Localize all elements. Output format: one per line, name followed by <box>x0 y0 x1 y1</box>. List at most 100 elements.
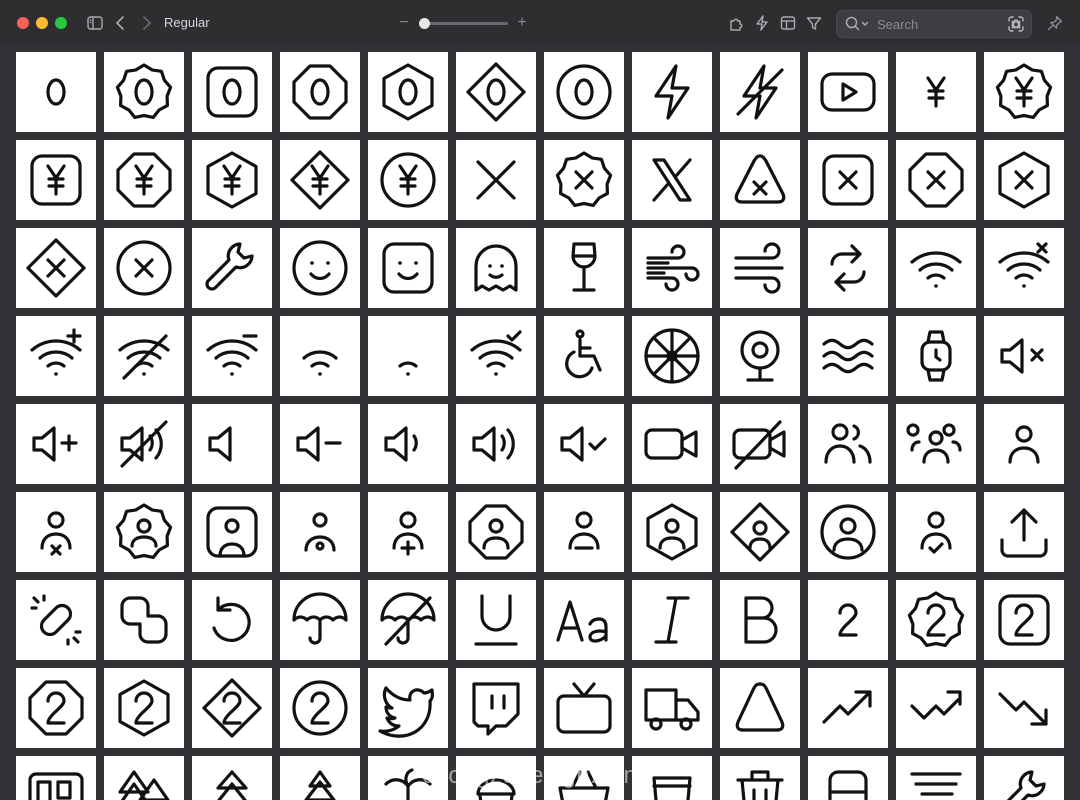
icon-tile-umbrella-off[interactable] <box>368 580 448 660</box>
icon-tile-number-2-square[interactable] <box>984 580 1064 660</box>
search-input[interactable] <box>877 15 997 34</box>
icon-tile-x-hexagon[interactable] <box>984 140 1064 220</box>
icon-tile-volume-minus[interactable] <box>280 404 360 484</box>
sidebar-toggle-icon[interactable] <box>85 13 105 33</box>
icon-tile-truck[interactable] <box>632 668 712 748</box>
icon-tile-cup[interactable] <box>632 756 712 800</box>
icon-tile-user-circle-small[interactable] <box>280 492 360 572</box>
icon-tile-x-triangle[interactable] <box>720 140 800 220</box>
icon-tile-train[interactable] <box>808 756 888 800</box>
icon-tile-tornado[interactable] <box>896 756 976 800</box>
icon-tile-ghost[interactable] <box>456 228 536 308</box>
layout-icon[interactable] <box>778 13 798 33</box>
icon-tile-video-off[interactable] <box>720 404 800 484</box>
icon-tile-user-circle[interactable] <box>808 492 888 572</box>
icon-tile-number-2-hexagon[interactable] <box>104 668 184 748</box>
icon-tile-youtube[interactable] <box>808 52 888 132</box>
icon-tile-watch[interactable] <box>896 316 976 396</box>
icon-tile-wheelchair[interactable] <box>544 316 624 396</box>
icon-tile-x-logo[interactable] <box>632 140 712 220</box>
icon-size-slider[interactable] <box>419 18 508 29</box>
icon-tile-palm-tree[interactable] <box>368 756 448 800</box>
icon-tile-user-x[interactable] <box>16 492 96 572</box>
icon-tile-number-0-badge[interactable] <box>104 52 184 132</box>
zoom-out-button[interactable]: − <box>398 14 410 32</box>
icon-tile-basket[interactable] <box>544 756 624 800</box>
forward-chevron-icon[interactable] <box>136 13 156 33</box>
icon-tile-union[interactable] <box>104 580 184 660</box>
puzzle-icon[interactable] <box>727 13 747 33</box>
icon-tile-number-2-octagon[interactable] <box>16 668 96 748</box>
icon-tile-wifi-off[interactable] <box>104 316 184 396</box>
icon-tile-number-0-diamond[interactable] <box>456 52 536 132</box>
icon-size-slider-knob[interactable] <box>419 18 431 29</box>
icon-tile-user-badge[interactable] <box>104 492 184 572</box>
close-window-button[interactable] <box>17 17 29 29</box>
icon-tile-x-diamond[interactable] <box>16 228 96 308</box>
icon-tile-x-octagon[interactable] <box>896 140 976 220</box>
filter-icon[interactable] <box>804 13 824 33</box>
icon-tile-number-2-diamond[interactable] <box>192 668 272 748</box>
icon-tile-number-0-hexagon[interactable] <box>368 52 448 132</box>
icon-tile-tool[interactable] <box>984 756 1064 800</box>
icon-tile-trello[interactable] <box>16 756 96 800</box>
icon-tile-user-plus[interactable] <box>368 492 448 572</box>
icon-tile-unlink[interactable] <box>16 580 96 660</box>
icon-tile-trash[interactable] <box>720 756 800 800</box>
icon-tile-volume-mute[interactable] <box>192 404 272 484</box>
icon-tile-number-0-octagon[interactable] <box>280 52 360 132</box>
icon-tile-user-minus[interactable] <box>544 492 624 572</box>
search-icon[interactable] <box>844 15 872 33</box>
icon-tile-x-circle[interactable] <box>104 228 184 308</box>
icon-tile-wheel[interactable] <box>632 316 712 396</box>
icon-tile-user[interactable] <box>984 404 1064 484</box>
icon-tile-user-check[interactable] <box>896 492 976 572</box>
icon-tile-flash-off[interactable] <box>720 52 800 132</box>
icon-tile-trending-down[interactable] <box>984 668 1064 748</box>
icon-tile-volume-x[interactable] <box>984 316 1064 396</box>
icon-tile-wifi-x[interactable] <box>984 228 1064 308</box>
icon-tile-volume-low[interactable] <box>368 404 448 484</box>
icon-tile-volume-plus[interactable] <box>16 404 96 484</box>
icon-tile-wind[interactable] <box>632 228 712 308</box>
icon-tile-typography[interactable] <box>544 580 624 660</box>
icon-tile-italic[interactable] <box>632 580 712 660</box>
icon-tile-trending-down-up[interactable] <box>896 668 976 748</box>
icon-tile-number-2-badge[interactable] <box>896 580 976 660</box>
icon-tile-umbrella[interactable] <box>280 580 360 660</box>
icon-tile-tree-pine[interactable] <box>280 756 360 800</box>
icon-tile-volume-off[interactable] <box>104 404 184 484</box>
icon-tile-wine-glass[interactable] <box>544 228 624 308</box>
icon-tile-number-2[interactable] <box>808 580 888 660</box>
icon-tile-trending-up[interactable] <box>808 668 888 748</box>
icon-tile-bold[interactable] <box>720 580 800 660</box>
icon-tile-x-badge[interactable] <box>544 140 624 220</box>
icon-tile-user-hexagon[interactable] <box>632 492 712 572</box>
icon-tile-wifi-min[interactable] <box>368 316 448 396</box>
icon-tile-smile-circle[interactable] <box>280 228 360 308</box>
icon-tile-cupcake[interactable] <box>456 756 536 800</box>
icon-tile-yen-circle[interactable] <box>368 140 448 220</box>
icon-tile-upload[interactable] <box>984 492 1064 572</box>
icon-tile-smile-square[interactable] <box>368 228 448 308</box>
lightning-icon[interactable] <box>752 13 772 33</box>
icon-tile-flash[interactable] <box>632 52 712 132</box>
back-chevron-icon[interactable] <box>111 13 131 33</box>
icon-tile-twitch[interactable] <box>456 668 536 748</box>
icon-tile-wifi-minus[interactable] <box>192 316 272 396</box>
icon-tile-number-0-square[interactable] <box>192 52 272 132</box>
icon-tile-twitter[interactable] <box>368 668 448 748</box>
icon-tile-number-0[interactable] <box>16 52 96 132</box>
icon-tile-undo[interactable] <box>192 580 272 660</box>
icon-tile-wifi-check[interactable] <box>456 316 536 396</box>
icon-tile-x-square[interactable] <box>808 140 888 220</box>
icon-tile-volume-check[interactable] <box>544 404 624 484</box>
icon-tile-user-diamond[interactable] <box>720 492 800 572</box>
icon-tile-waves[interactable] <box>808 316 888 396</box>
icon-tile-yen-badge[interactable] <box>984 52 1064 132</box>
icon-tile-trees[interactable] <box>104 756 184 800</box>
icon-tile-number-2-circle[interactable] <box>280 668 360 748</box>
icon-tile-wifi[interactable] <box>896 228 976 308</box>
zoom-in-button[interactable]: + <box>516 14 528 32</box>
icon-tile-tree[interactable] <box>192 756 272 800</box>
